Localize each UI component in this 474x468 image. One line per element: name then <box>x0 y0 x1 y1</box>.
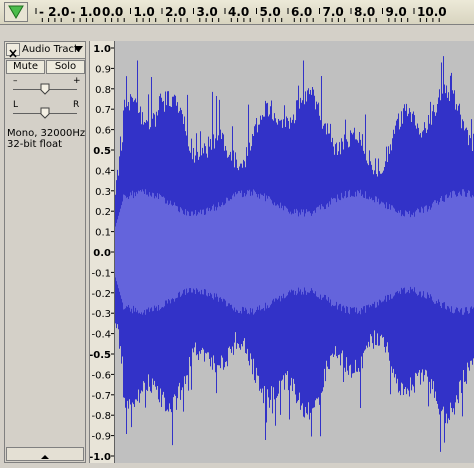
amplitude-tick-label: -0.9 <box>91 432 111 443</box>
amplitude-tick-label: -0.4 <box>91 330 111 341</box>
solo-button[interactable]: Solo <box>46 60 85 74</box>
amplitude-tick-label: -1.0 <box>90 452 111 463</box>
amplitude-tick-label: 0.5 <box>93 146 111 157</box>
play-head-button[interactable] <box>4 2 28 22</box>
amplitude-tick-label: 0.9 <box>95 64 111 75</box>
amplitude-tick-label: -0.1 <box>91 268 111 279</box>
gain-slider-thumb[interactable] <box>40 83 50 95</box>
gain-minus-label: – <box>13 76 18 86</box>
amplitude-ruler: 1.0 0.9 0.8 0.7 0.6 0.5 0.4 0.3 0.2 0.1 0.0 -0.1 -0.… <box>89 41 114 463</box>
track-name-label: Audio Track <box>22 44 80 55</box>
collapse-arrow-icon <box>41 455 49 459</box>
amplitude-tick-label: 1.0 <box>93 44 111 55</box>
timeline-tick-label: - 1.0 <box>71 5 101 19</box>
timeline-tick-label: 0.0 <box>102 5 123 19</box>
pan-right-label: R <box>73 100 80 110</box>
timeline-tick-label: 7.0 <box>323 5 344 19</box>
amplitude-tick-label: -0.6 <box>91 370 111 381</box>
amplitude-tick-label: -0.8 <box>91 411 111 422</box>
timeline-tick-label: 6.0 <box>291 5 312 19</box>
track-format-info: Mono, 32000Hz 32-bit float <box>7 128 85 150</box>
track-header: Audio Track <box>5 42 85 59</box>
timeline-tick-label: 8.0 <box>354 5 375 19</box>
timeline-tick-label: 3.0 <box>197 5 218 19</box>
mute-button[interactable]: Mute <box>6 60 45 74</box>
waveform-display[interactable] <box>114 41 474 463</box>
dropdown-arrow-icon <box>74 46 83 52</box>
amplitude-tick-label: -0.3 <box>91 309 111 320</box>
amplitude-tick-label: 0.4 <box>95 166 111 177</box>
collapse-track-button[interactable] <box>6 447 84 461</box>
timeline-tick-label: 9.0 <box>386 5 407 19</box>
amplitude-tick-label: 0.1 <box>95 228 111 239</box>
amplitude-tick-label: 0.8 <box>95 85 111 96</box>
gain-plus-label: + <box>73 76 81 86</box>
amplitude-tick-label: 0.3 <box>95 187 111 198</box>
amplitude-tick-label: 0.7 <box>95 105 111 116</box>
pan-left-label: L <box>13 100 19 110</box>
amplitude-tick-label: 0.0 <box>93 248 111 259</box>
timeline-tick-label: 2.0 <box>165 5 186 19</box>
close-track-button[interactable] <box>6 43 20 58</box>
play-triangle-icon <box>8 5 24 19</box>
amplitude-tick-label: 0.2 <box>95 207 111 218</box>
sample-rate-text: Mono, 32000Hz <box>7 128 86 139</box>
close-icon <box>9 49 17 58</box>
track-control-panel: Audio Track Mute Solo – + L R Mono, 3200… <box>4 41 86 463</box>
amplitude-tick-label: -0.2 <box>91 289 111 300</box>
waveform <box>115 56 474 452</box>
amplitude-tick-label: -0.5 <box>90 350 111 361</box>
pan-slider-thumb[interactable] <box>40 107 50 119</box>
timeline-tick-label: 4.0 <box>228 5 249 19</box>
track-name-menu[interactable]: Audio Track <box>22 43 84 56</box>
timeline-ruler[interactable]: - 2.0- 1.0 0.0 1.0 2.0 3.0 4.0 5.0 6.0 7.0 8.0 9.0… <box>0 0 474 25</box>
timeline-tick-label: 5.0 <box>260 5 281 19</box>
timeline-tick-label: 10.0 <box>417 5 447 19</box>
timeline-tick-label: - 2.0 <box>39 5 69 19</box>
timeline-tick-label: 1.0 <box>134 5 155 19</box>
amplitude-tick-label: -0.7 <box>91 391 111 402</box>
bit-depth-text: 32-bit float <box>7 139 63 150</box>
amplitude-tick-label: 0.6 <box>95 126 111 137</box>
